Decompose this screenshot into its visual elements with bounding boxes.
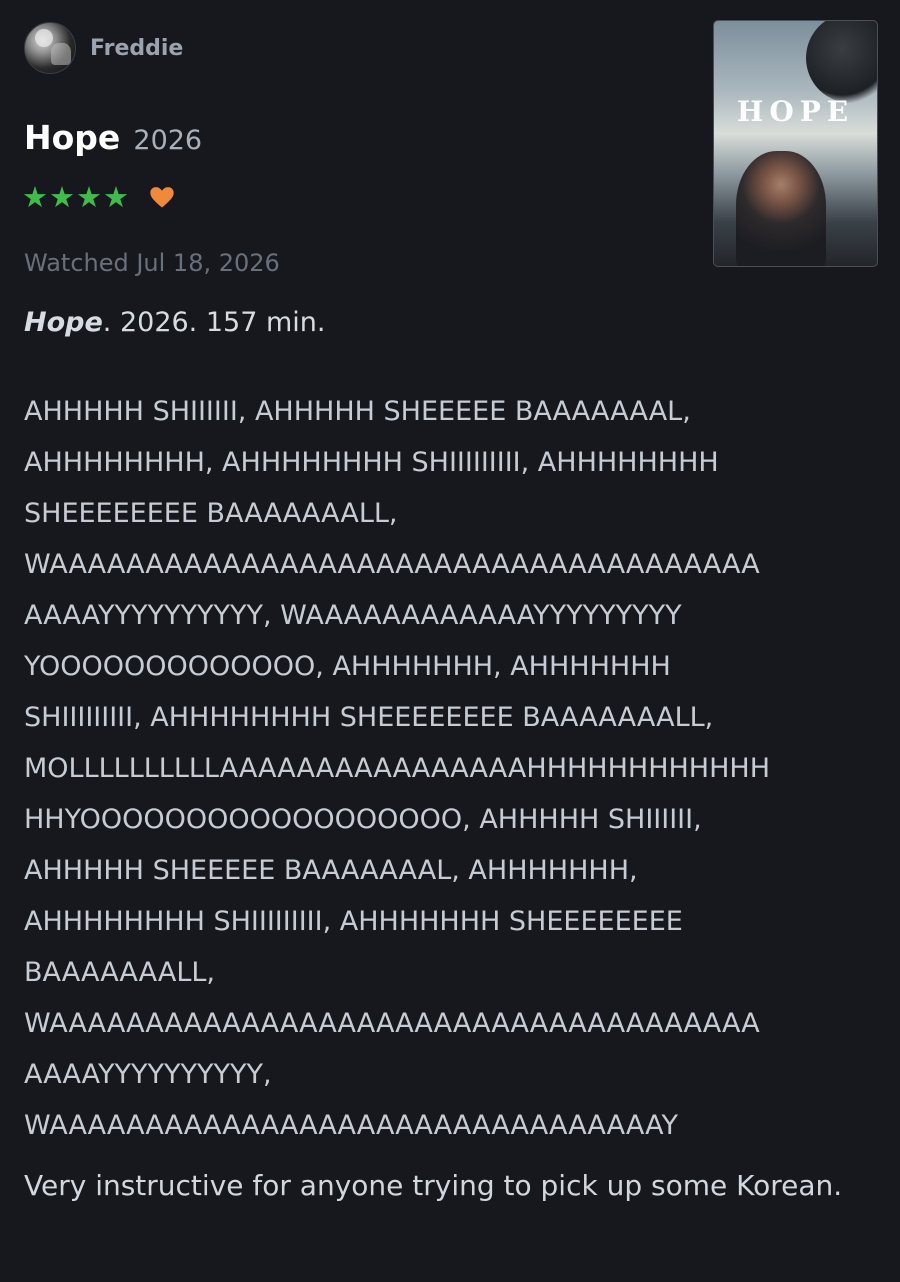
poster-figure [736, 151, 826, 266]
review-line: BAAAAAAALL, [24, 957, 215, 988]
review-line: HHYOOOOOOOOOOOOOOOOOO, AHHHHH SHIIIIII, [24, 804, 702, 835]
film-poster[interactable]: HOPE [713, 20, 878, 267]
star-rating: ★★★★ [22, 180, 130, 214]
avatar[interactable] [24, 22, 76, 74]
watched-date: Watched Jul 18, 2026 [24, 249, 280, 277]
heart-icon [148, 183, 176, 211]
review-line: AHHHHH SHEEEEE BAAAAAAAL, AHHHHHHH, [24, 855, 638, 886]
review-line: WAAAAAAAAAAAAAAAAAAAAAAAAAAAAAAAAY [24, 1110, 678, 1141]
review-line: WAAAAAAAAAAAAAAAAAAAAAAAAAAAAAAAAAAAAA [24, 549, 760, 580]
review-note: Very instructive for anyone trying to pi… [24, 1169, 843, 1202]
username-link[interactable]: Freddie [90, 36, 183, 61]
rating-row: ★★★★ [22, 180, 176, 214]
poster-creature [806, 21, 877, 103]
review-line: AHHHHHHHH SHIIIIIIIII, AHHHHHHH SHEEEEEE… [24, 906, 683, 937]
review-line: WAAAAAAAAAAAAAAAAAAAAAAAAAAAAAAAAAAAAA [24, 1008, 760, 1039]
review-line: SHEEEEEEEE BAAAAAAALL, [24, 498, 398, 529]
review-line: AHHHHHHHH, AHHHHHHHH SHIIIIIIIII, AHHHHH… [24, 447, 719, 478]
review-line: AAAAYYYYYYYYYY, [24, 1059, 272, 1090]
review-body: AHHHHH SHIIIIII, AHHHHH SHEEEEE BAAAAAAA… [24, 386, 876, 1151]
review-line: MOLLLLLLLLLLAAAAAAAAAAAAAAAAHHHHHHHHHHHH [24, 753, 771, 784]
meta-film-title: Hope [24, 307, 103, 338]
review-line: SHIIIIIIIII, AHHHHHHHH SHEEEEEEEE BAAAAA… [24, 702, 714, 733]
film-year[interactable]: 2026 [133, 125, 202, 156]
review-header: Freddie [24, 22, 183, 74]
meta-details: . 2026. 157 min. [102, 307, 326, 338]
film-meta: Hope. 2026. 157 min. [24, 307, 325, 338]
review-line: AAAAYYYYYYYYYY, WAAAAAAAAAAAAYYYYYYYYY [24, 600, 682, 631]
film-title-row: Hope 2026 [24, 118, 202, 157]
review-line: AHHHHH SHIIIIII, AHHHHH SHEEEEE BAAAAAAA… [24, 396, 691, 427]
review-line: YOOOOOOOOOOOOO, AHHHHHHH, AHHHHHHH [24, 651, 671, 682]
film-title[interactable]: Hope [24, 118, 120, 157]
poster-title: HOPE [736, 95, 855, 128]
